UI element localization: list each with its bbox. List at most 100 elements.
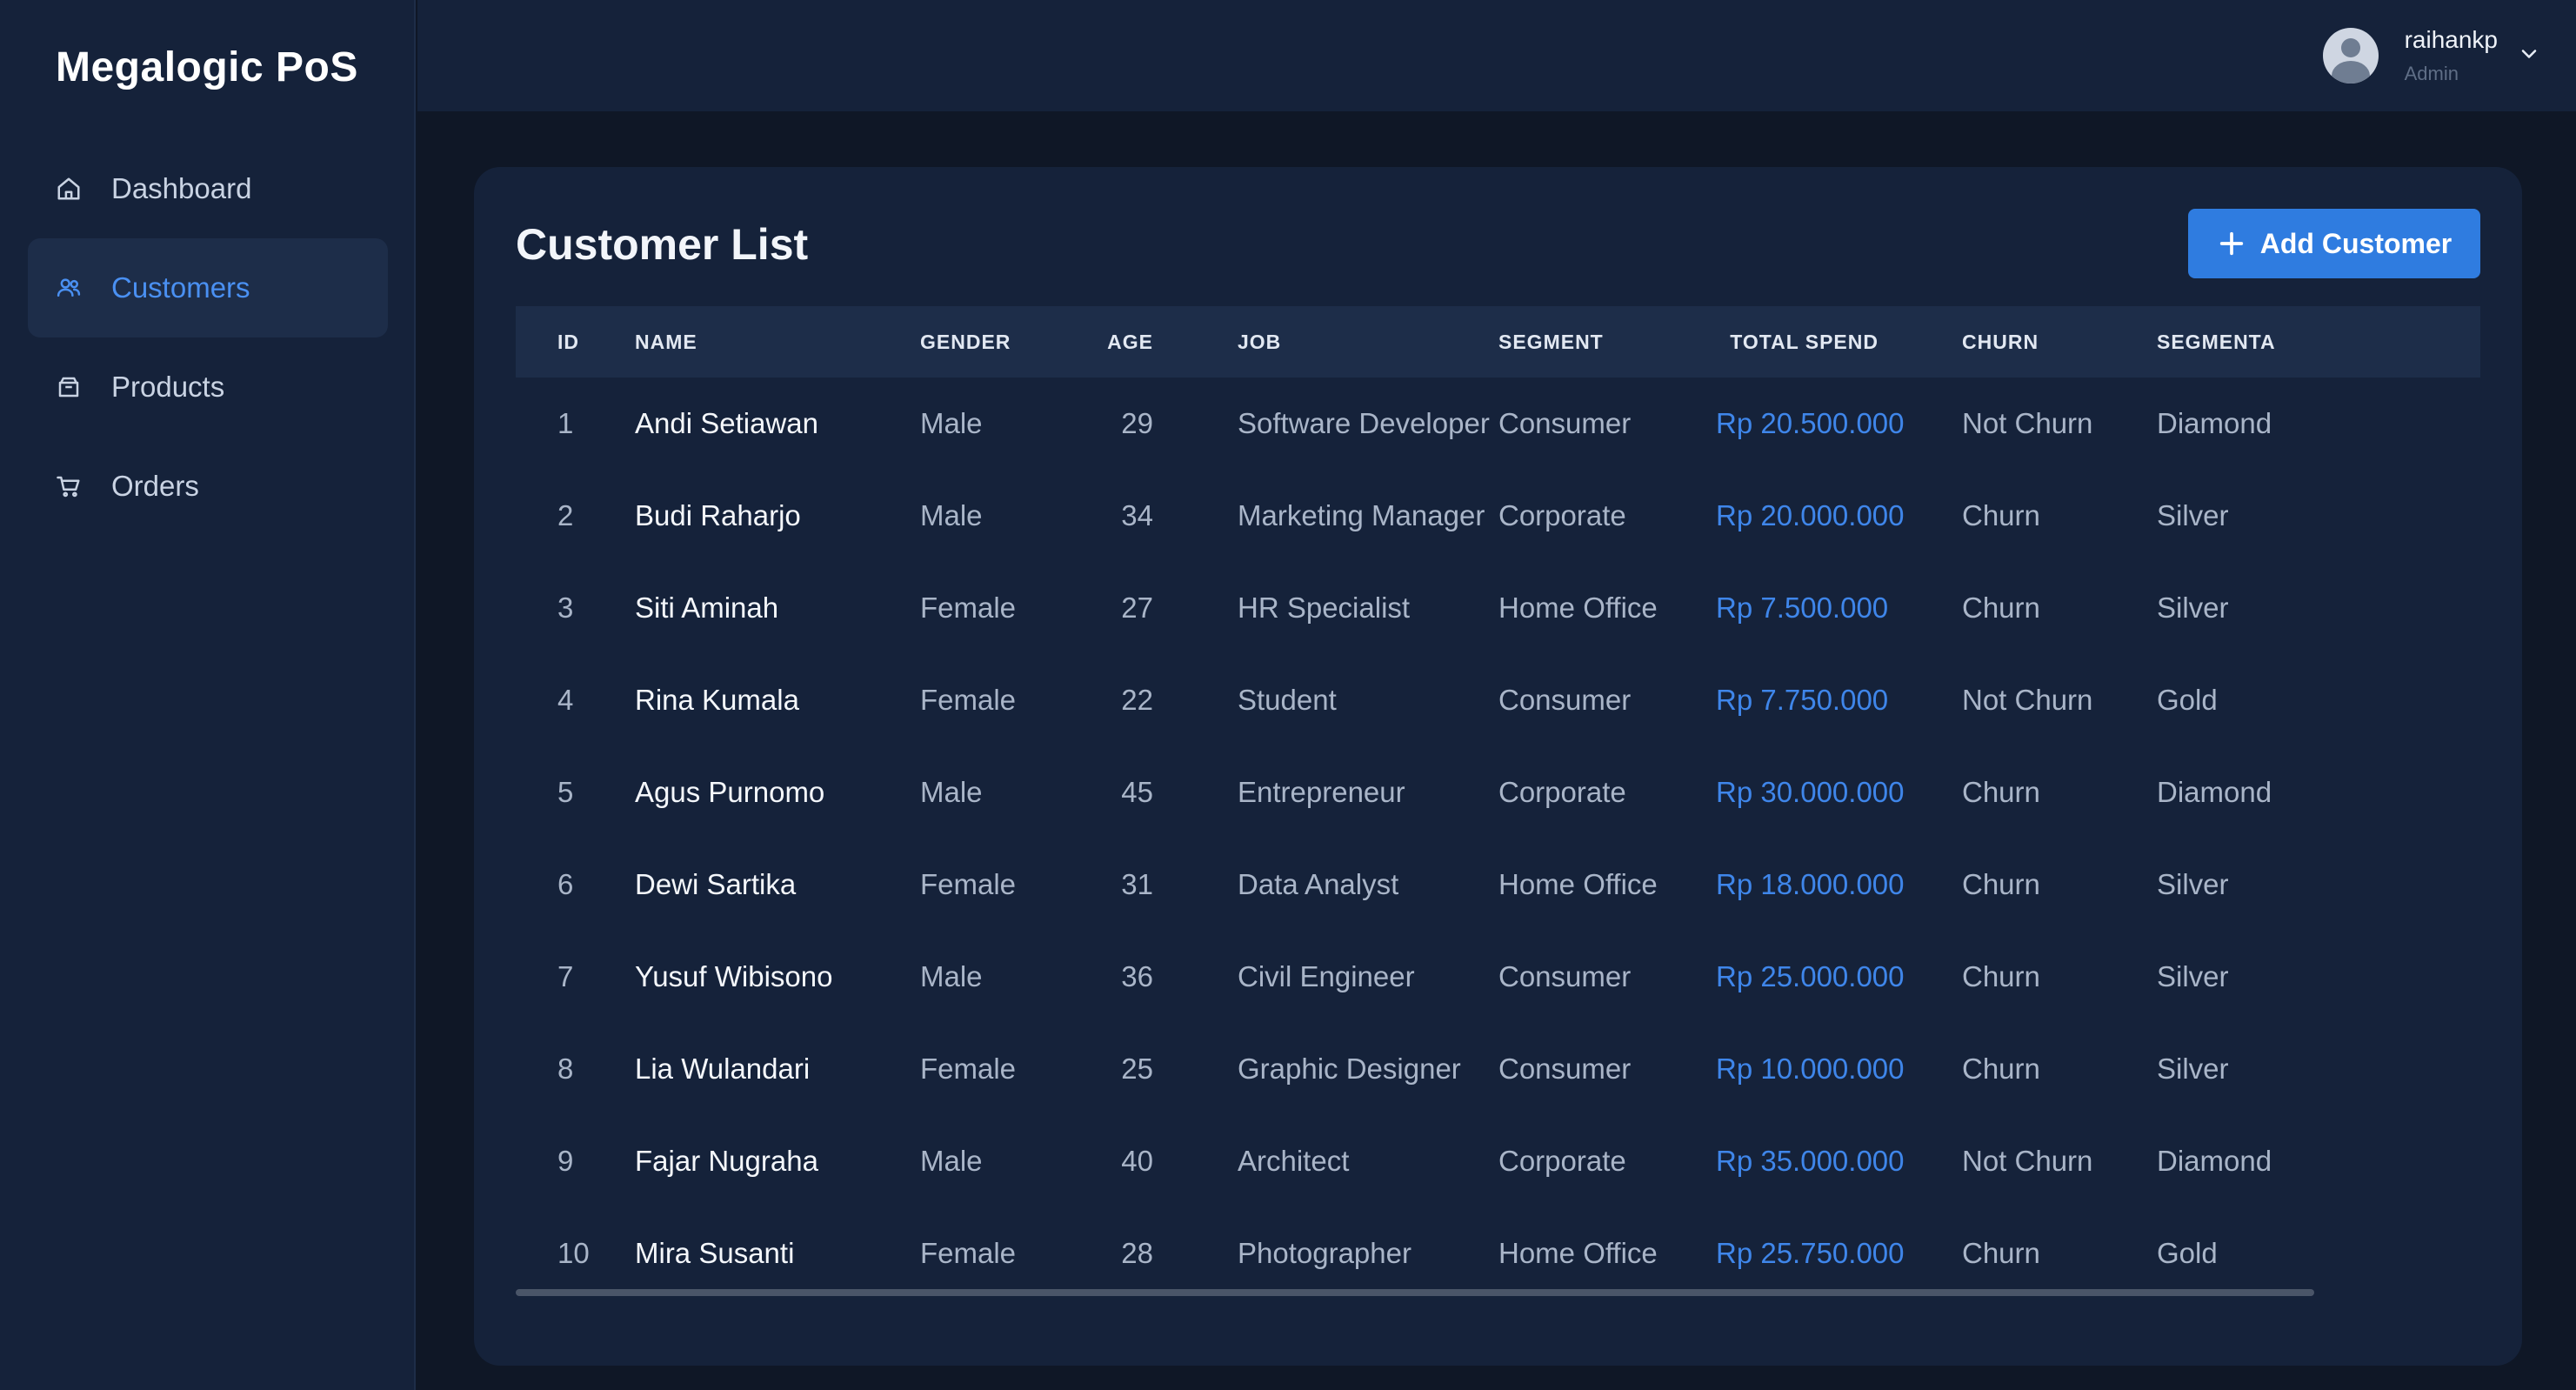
horizontal-scrollbar[interactable]: [516, 1289, 2314, 1296]
cell-name: Siti Aminah: [635, 591, 779, 624]
sidebar-item-label: Orders: [111, 470, 199, 502]
cell-id: 7: [557, 960, 574, 992]
cell-spend: Rp 7.500.000: [1716, 591, 1889, 624]
cell-spend: Rp 25.000.000: [1716, 960, 1905, 992]
cell-spend: Rp 10.000.000: [1716, 1053, 1905, 1085]
column-header-name[interactable]: NAME: [635, 306, 920, 378]
sidebar-nav: Dashboard Customers Products Orders: [28, 139, 388, 536]
cell-id: 8: [557, 1053, 574, 1085]
cell-gender: Male: [920, 1145, 983, 1177]
plus-icon: [2217, 229, 2246, 258]
cell-segmentation: Silver: [2157, 868, 2229, 900]
column-header-total-spend[interactable]: TOTAL SPEND: [1716, 306, 1879, 378]
chevron-down-icon[interactable]: [2517, 42, 2541, 70]
column-header-job[interactable]: JOB: [1153, 306, 1498, 378]
cell-segment: Consumer: [1498, 407, 1632, 439]
table-row[interactable]: 4 Rina Kumala Female 22 Student Consumer Rp 7.…: [516, 654, 2480, 746]
cell-spend: Rp 7.750.000: [1716, 684, 1889, 716]
cell-segment: Consumer: [1498, 1053, 1632, 1085]
cell-segmentation: Gold: [2157, 1237, 2218, 1269]
table-row[interactable]: 9 Fajar Nugraha Male 40 Architect Corporate Rp…: [516, 1115, 2480, 1207]
cell-age: 27: [1121, 591, 1153, 624]
cell-id: 5: [557, 776, 574, 808]
cell-segmentation: Diamond: [2157, 407, 2272, 439]
cell-gender: Female: [920, 868, 1017, 900]
cell-age: 34: [1121, 499, 1153, 531]
cell-segment: Consumer: [1498, 960, 1632, 992]
cell-segmentation: Silver: [2157, 1053, 2229, 1085]
table-row[interactable]: 1 Andi Setiawan Male 29 Software Developer Co…: [516, 378, 2480, 470]
cell-spend: Rp 20.000.000: [1716, 499, 1905, 531]
cell-segment: Consumer: [1498, 684, 1632, 716]
cell-name: Lia Wulandari: [635, 1053, 811, 1085]
user-name: raihankp: [2404, 26, 2498, 53]
column-header-id[interactable]: ID: [516, 306, 635, 378]
sidebar-item-orders[interactable]: Orders: [28, 437, 388, 536]
cell-spend: Rp 18.000.000: [1716, 868, 1905, 900]
customer-table: ID NAME GENDER AGE JOB SEGMENT TOTAL SPE…: [516, 306, 2480, 1298]
cell-churn: Not Churn: [1962, 407, 2093, 439]
cell-job: Graphic Designer: [1238, 1053, 1461, 1085]
cell-churn: Churn: [1962, 960, 2040, 992]
cell-segmentation: Diamond: [2157, 1145, 2272, 1177]
box-icon: [56, 374, 82, 400]
sidebar-item-customers[interactable]: Customers: [28, 238, 388, 337]
cell-churn: Churn: [1962, 499, 2040, 531]
column-header-churn[interactable]: CHURN: [1879, 306, 2157, 378]
cell-id: 10: [557, 1237, 590, 1269]
column-header-segment[interactable]: SEGMENT: [1498, 306, 1716, 378]
cell-age: 40: [1121, 1145, 1153, 1177]
customer-list-card: Customer List Add Customer ID NAME GENDE…: [474, 167, 2522, 1366]
user-info: raihankp Admin: [2405, 26, 2498, 85]
column-header-age[interactable]: AGE: [1085, 306, 1153, 378]
cell-segmentation: Silver: [2157, 960, 2229, 992]
table-row[interactable]: 3 Siti Aminah Female 27 HR Specialist Home Of…: [516, 562, 2480, 654]
cell-id: 6: [557, 868, 574, 900]
table-row[interactable]: 6 Dewi Sartika Female 31 Data Analyst Home Of…: [516, 839, 2480, 931]
column-header-segmentation[interactable]: SEGMENTA: [2157, 306, 2480, 378]
cell-gender: Male: [920, 499, 983, 531]
avatar[interactable]: [2322, 28, 2379, 84]
cell-job: Data Analyst: [1238, 868, 1399, 900]
user-menu[interactable]: raihankp Admin: [2322, 21, 2541, 90]
add-customer-label: Add Customer: [2259, 227, 2453, 259]
cell-name: Yusuf Wibisono: [635, 960, 833, 992]
sidebar-item-label: Dashboard: [111, 172, 252, 204]
cell-age: 36: [1121, 960, 1153, 992]
table-row[interactable]: 8 Lia Wulandari Female 25 Graphic Designer Co…: [516, 1023, 2480, 1115]
cell-id: 9: [557, 1145, 574, 1177]
table-row[interactable]: 2 Budi Raharjo Male 34 Marketing Manager Corp…: [516, 470, 2480, 562]
cell-spend: Rp 30.000.000: [1716, 776, 1905, 808]
cell-name: Andi Setiawan: [635, 407, 818, 439]
cell-job: Civil Engineer: [1238, 960, 1415, 992]
table-row[interactable]: 5 Agus Purnomo Male 45 Entrepreneur Corporate…: [516, 746, 2480, 839]
sidebar-item-products[interactable]: Products: [28, 337, 388, 437]
cell-gender: Female: [920, 591, 1017, 624]
cell-gender: Female: [920, 684, 1017, 716]
cell-churn: Not Churn: [1962, 1145, 2093, 1177]
cell-id: 3: [557, 591, 574, 624]
cell-age: 29: [1121, 407, 1153, 439]
cell-segment: Home Office: [1498, 1237, 1658, 1269]
column-header-gender[interactable]: GENDER: [920, 306, 1085, 378]
cell-age: 25: [1121, 1053, 1153, 1085]
cell-churn: Not Churn: [1962, 684, 2093, 716]
cell-job: Software Developer: [1238, 407, 1490, 439]
cell-spend: Rp 20.500.000: [1716, 407, 1905, 439]
table-row[interactable]: 10 Mira Susanti Female 28 Photographer Home O…: [516, 1207, 2480, 1298]
brand-logo[interactable]: Megalogic PoS: [56, 43, 358, 91]
cell-job: Entrepreneur: [1238, 776, 1405, 808]
sidebar-item-dashboard[interactable]: Dashboard: [28, 139, 388, 238]
cell-id: 1: [557, 407, 574, 439]
user-role: Admin: [2404, 63, 2459, 84]
cell-gender: Male: [920, 407, 983, 439]
table-row[interactable]: 7 Yusuf Wibisono Male 36 Civil Engineer Consu…: [516, 931, 2480, 1023]
customer-table-scroll[interactable]: ID NAME GENDER AGE JOB SEGMENT TOTAL SPE…: [516, 306, 2480, 1298]
cell-name: Rina Kumala: [635, 684, 799, 716]
page-title: Customer List: [516, 220, 809, 269]
cell-segment: Corporate: [1498, 776, 1626, 808]
cell-job: Student: [1238, 684, 1337, 716]
add-customer-button[interactable]: Add Customer: [2188, 209, 2480, 278]
topbar: raihankp Admin: [417, 0, 2576, 111]
cart-icon: [56, 473, 82, 499]
